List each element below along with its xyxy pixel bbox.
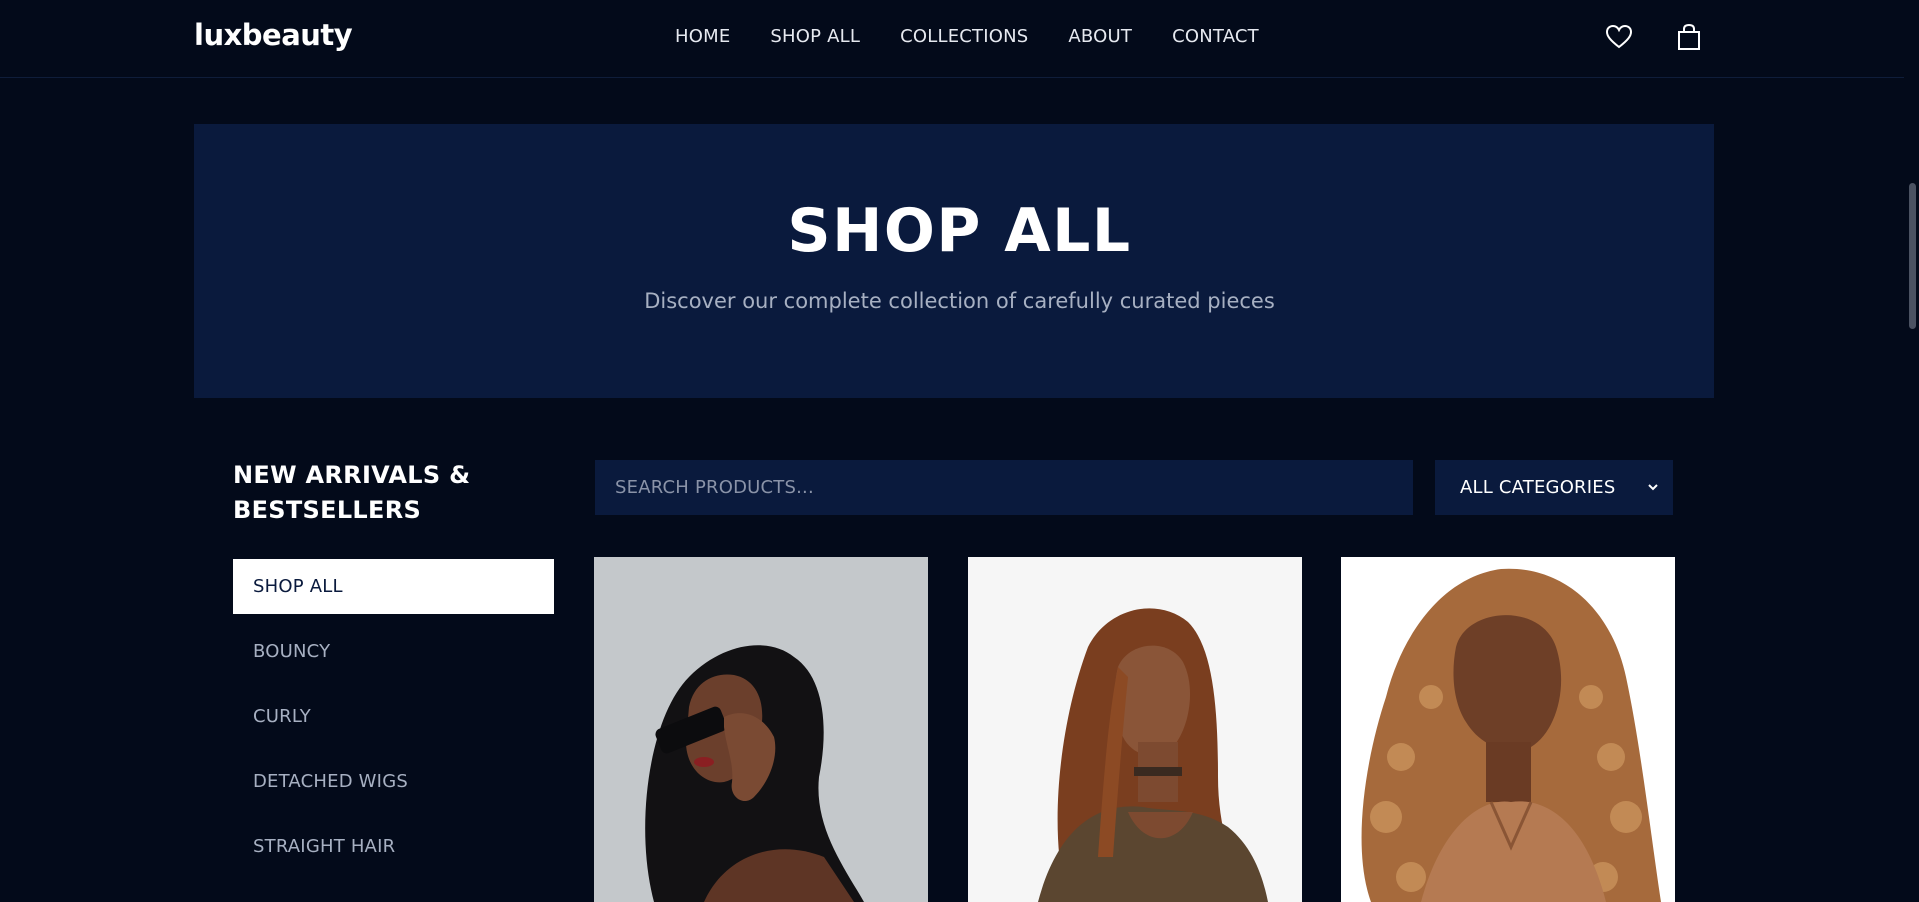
scrollbar-thumb[interactable] (1909, 183, 1916, 329)
product-image (594, 557, 928, 902)
sidebar-title: NEW ARRIVALS & BESTSELLERS (233, 461, 471, 524)
nav-shop-all[interactable]: SHOP ALL (770, 26, 860, 47)
product-image (968, 557, 1302, 902)
heart-icon[interactable] (1604, 22, 1634, 52)
category-list: SHOP ALL BOUNCY CURLY DETACHED WIGS STRA… (233, 559, 554, 884)
category-straight-hair[interactable]: STRAIGHT HAIR (233, 819, 554, 874)
main-nav: HOME SHOP ALL COLLECTIONS ABOUT CONTACT (675, 26, 1259, 47)
nav-home[interactable]: HOME (675, 26, 730, 47)
search-input[interactable] (595, 460, 1413, 515)
category-select-value: ALL CATEGORIES (1460, 477, 1616, 498)
shopping-bag-icon[interactable] (1674, 22, 1704, 52)
page-subtitle: Discover our complete collection of care… (644, 289, 1275, 313)
logo[interactable]: luxbeauty (194, 18, 353, 52)
site-header: luxbeauty HOME SHOP ALL COLLECTIONS ABOU… (0, 0, 1904, 78)
nav-about[interactable]: ABOUT (1068, 26, 1132, 47)
category-shop-all[interactable]: SHOP ALL (233, 559, 554, 614)
product-card[interactable] (1341, 557, 1675, 902)
nav-collections[interactable]: COLLECTIONS (900, 26, 1028, 47)
shop-page: luxbeauty HOME SHOP ALL COLLECTIONS ABOU… (0, 0, 1919, 902)
product-card[interactable] (968, 557, 1302, 902)
product-image (1341, 557, 1675, 902)
chevron-down-icon (1648, 484, 1658, 491)
category-detached-wigs[interactable]: DETACHED WIGS (233, 754, 554, 809)
nav-contact[interactable]: CONTACT (1172, 26, 1259, 47)
page-scrollbar[interactable] (1904, 0, 1919, 902)
product-card[interactable] (594, 557, 928, 902)
category-curly[interactable]: CURLY (233, 689, 554, 744)
category-bouncy[interactable]: BOUNCY (233, 624, 554, 679)
category-select[interactable]: ALL CATEGORIES (1435, 460, 1673, 515)
page-title: SHOP ALL (787, 196, 1132, 266)
